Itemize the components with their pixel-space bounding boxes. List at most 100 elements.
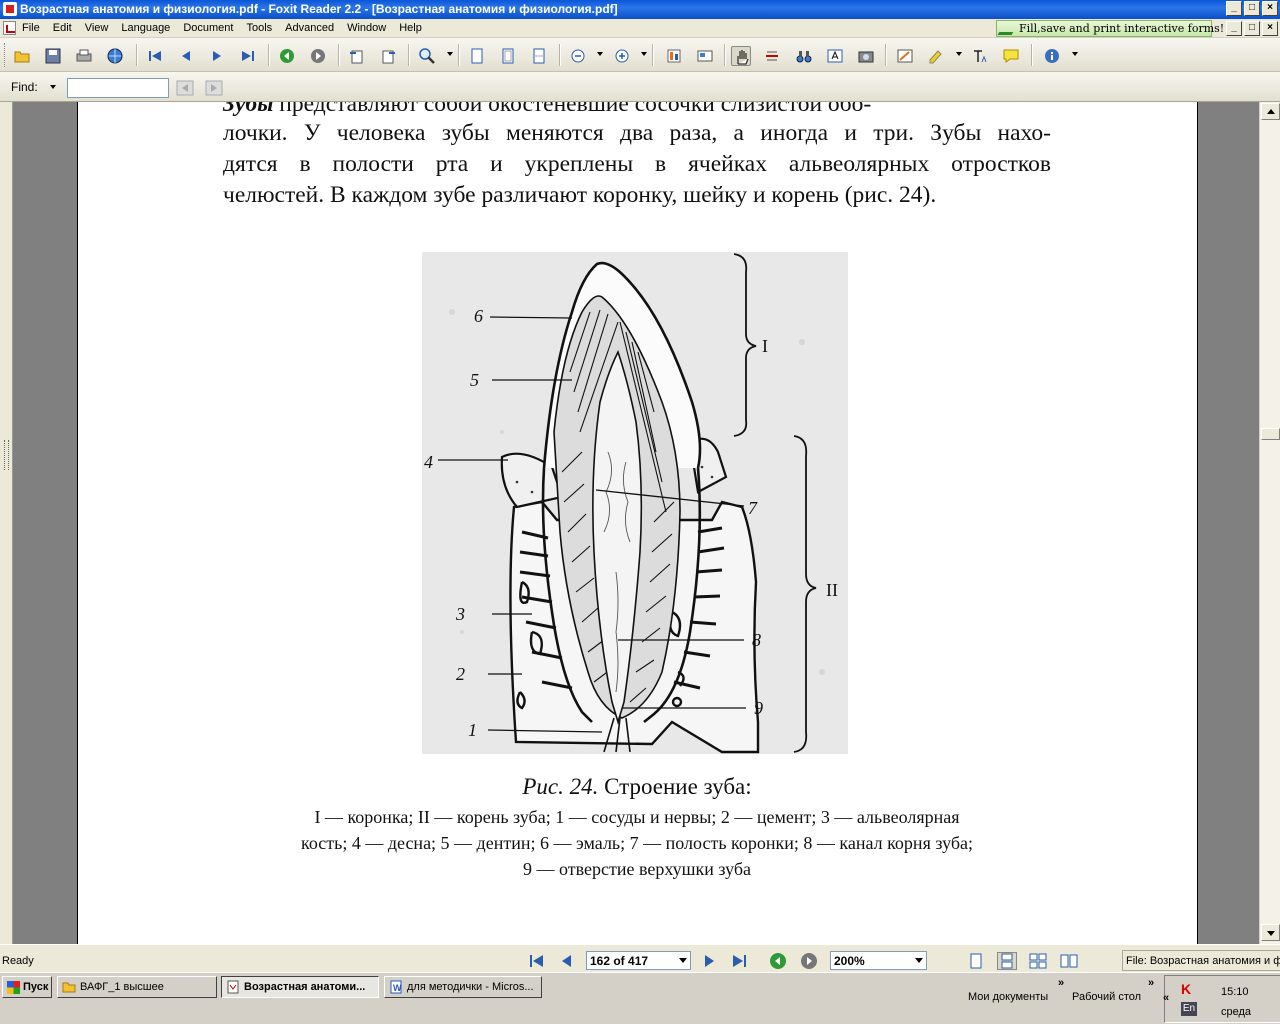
menu-file[interactable]: File bbox=[22, 22, 40, 34]
menu-language[interactable]: Language bbox=[121, 22, 170, 34]
go-back-button[interactable] bbox=[277, 46, 297, 66]
scroll-down-button[interactable] bbox=[1261, 924, 1280, 941]
first-page-button[interactable] bbox=[145, 46, 165, 66]
toolbar-separator bbox=[885, 44, 886, 66]
menu-document[interactable]: Document bbox=[183, 22, 233, 34]
pdf-page[interactable]: Зубы представляют собой окостеневшие сос… bbox=[77, 102, 1198, 944]
status-last-page-button[interactable] bbox=[729, 952, 749, 970]
typewriter-button[interactable] bbox=[825, 46, 845, 66]
find-button[interactable] bbox=[794, 46, 814, 66]
annotation-button[interactable] bbox=[895, 46, 915, 66]
doc-close-button[interactable]: × bbox=[1262, 21, 1278, 36]
highlight-button[interactable] bbox=[926, 46, 946, 66]
find-next-button[interactable] bbox=[205, 80, 223, 96]
next-page-button[interactable] bbox=[207, 46, 227, 66]
facing-continuous-view-button[interactable] bbox=[1028, 952, 1048, 970]
start-button[interactable]: Пуск bbox=[2, 976, 52, 998]
quicklaunch-chevron[interactable]: » bbox=[1058, 977, 1064, 989]
foxit-app-icon[interactable] bbox=[3, 2, 17, 16]
select-text-button[interactable] bbox=[762, 46, 782, 66]
forward-circle-icon bbox=[801, 953, 817, 969]
menu-advanced[interactable]: Advanced bbox=[285, 22, 334, 34]
typewriter-tool-button[interactable] bbox=[970, 46, 990, 66]
language-indicator[interactable]: En bbox=[1181, 1002, 1197, 1016]
scroll-thumb[interactable] bbox=[1261, 428, 1280, 440]
single-page-view-button[interactable] bbox=[966, 952, 986, 970]
info-button[interactable] bbox=[1042, 46, 1062, 66]
page-number-field[interactable]: 162 of 417 bbox=[586, 951, 691, 970]
chevron-down-icon[interactable] bbox=[597, 52, 603, 56]
page-icon bbox=[471, 48, 483, 64]
taskbar-item-word[interactable]: W для методички - Micros... bbox=[384, 976, 542, 998]
desktop-toolbar-chevron[interactable]: » bbox=[1148, 977, 1154, 989]
find-input[interactable] bbox=[67, 78, 169, 98]
chevron-down-icon[interactable] bbox=[956, 52, 962, 56]
rotate-right-button[interactable] bbox=[378, 46, 398, 66]
back-circle-icon bbox=[280, 49, 294, 63]
menu-tools[interactable]: Tools bbox=[246, 22, 272, 34]
status-go-forward-button[interactable] bbox=[799, 952, 819, 970]
print-button[interactable] bbox=[74, 46, 94, 66]
bookmarks-button[interactable] bbox=[664, 46, 684, 66]
zoom-level-field[interactable]: 200% bbox=[830, 951, 927, 970]
menu-window[interactable]: Window bbox=[347, 22, 386, 34]
save-button[interactable] bbox=[43, 46, 63, 66]
previous-page-button[interactable] bbox=[176, 46, 196, 66]
chevron-down-icon[interactable] bbox=[447, 52, 453, 56]
actual-size-button[interactable] bbox=[467, 46, 487, 66]
arrow-left-icon bbox=[182, 51, 190, 61]
doc-minimize-button[interactable]: _ bbox=[1226, 21, 1242, 36]
scroll-up-button[interactable] bbox=[1261, 103, 1280, 120]
hand-tool-button[interactable] bbox=[731, 46, 751, 66]
panel-splitter-grip[interactable] bbox=[4, 440, 9, 470]
binoculars-icon bbox=[796, 51, 812, 63]
menu-help[interactable]: Help bbox=[399, 22, 422, 34]
chevron-down-icon[interactable] bbox=[679, 958, 687, 963]
toolbar-grip[interactable] bbox=[4, 43, 7, 67]
close-button[interactable]: × bbox=[1262, 1, 1278, 16]
status-previous-page-button[interactable] bbox=[557, 952, 577, 970]
status-next-page-button[interactable] bbox=[699, 952, 719, 970]
menu-view[interactable]: View bbox=[85, 22, 109, 34]
rotate-left-button[interactable] bbox=[347, 46, 367, 66]
taskbar-item-folder[interactable]: ВАФГ_1 высшее bbox=[57, 976, 217, 998]
navigation-panel-collapsed[interactable] bbox=[0, 102, 13, 944]
maximize-button[interactable]: □ bbox=[1244, 1, 1260, 16]
antivirus-icon[interactable]: K bbox=[1181, 982, 1195, 996]
zoom-out-button[interactable] bbox=[568, 46, 588, 66]
hand-icon bbox=[737, 50, 749, 65]
fit-width-button[interactable] bbox=[529, 46, 549, 66]
desktop-toolbar[interactable]: Рабочий стол bbox=[1072, 991, 1141, 1003]
menu-edit[interactable]: Edit bbox=[53, 22, 72, 34]
facing-view-button[interactable] bbox=[1059, 952, 1079, 970]
continuous-view-button[interactable] bbox=[997, 952, 1017, 970]
open-button[interactable] bbox=[12, 46, 32, 66]
zoom-plus-button[interactable] bbox=[612, 46, 632, 66]
snapshot-button[interactable] bbox=[856, 46, 876, 66]
vertical-scrollbar[interactable] bbox=[1259, 102, 1280, 944]
chevron-down-icon[interactable] bbox=[641, 52, 647, 56]
taskbar-item-foxit[interactable]: Возрастная анатоми... bbox=[221, 976, 379, 998]
go-forward-button[interactable] bbox=[308, 46, 328, 66]
title-bar[interactable]: Возрастная анатомия и физиология.pdf - F… bbox=[0, 0, 1280, 19]
last-page-button[interactable] bbox=[238, 46, 258, 66]
minimize-button[interactable]: _ bbox=[1226, 1, 1242, 16]
zoom-in-button[interactable] bbox=[417, 46, 437, 66]
tray-expand-chevron[interactable]: « bbox=[1163, 992, 1169, 1004]
email-button[interactable] bbox=[105, 46, 125, 66]
find-options-chevron-icon[interactable] bbox=[50, 85, 56, 89]
status-first-page-button[interactable] bbox=[527, 952, 547, 970]
doc-restore-button[interactable]: □ bbox=[1244, 21, 1260, 36]
window-title: Возрастная анатомия и физиология.pdf - F… bbox=[20, 2, 618, 16]
fit-page-button[interactable] bbox=[498, 46, 518, 66]
note-button[interactable] bbox=[1001, 46, 1021, 66]
fill-forms-banner[interactable]: Fill,save and print interactive forms! bbox=[996, 20, 1224, 37]
chevron-down-icon[interactable] bbox=[915, 958, 923, 963]
document-icon[interactable] bbox=[3, 21, 16, 35]
clock-time[interactable]: 15:10 bbox=[1221, 986, 1249, 998]
chevron-down-icon[interactable] bbox=[1072, 52, 1078, 56]
find-previous-button[interactable] bbox=[176, 80, 194, 96]
status-go-back-button[interactable] bbox=[768, 952, 788, 970]
thumbnails-button[interactable] bbox=[695, 46, 715, 66]
my-documents-toolbar[interactable]: Мои документы bbox=[968, 991, 1048, 1003]
